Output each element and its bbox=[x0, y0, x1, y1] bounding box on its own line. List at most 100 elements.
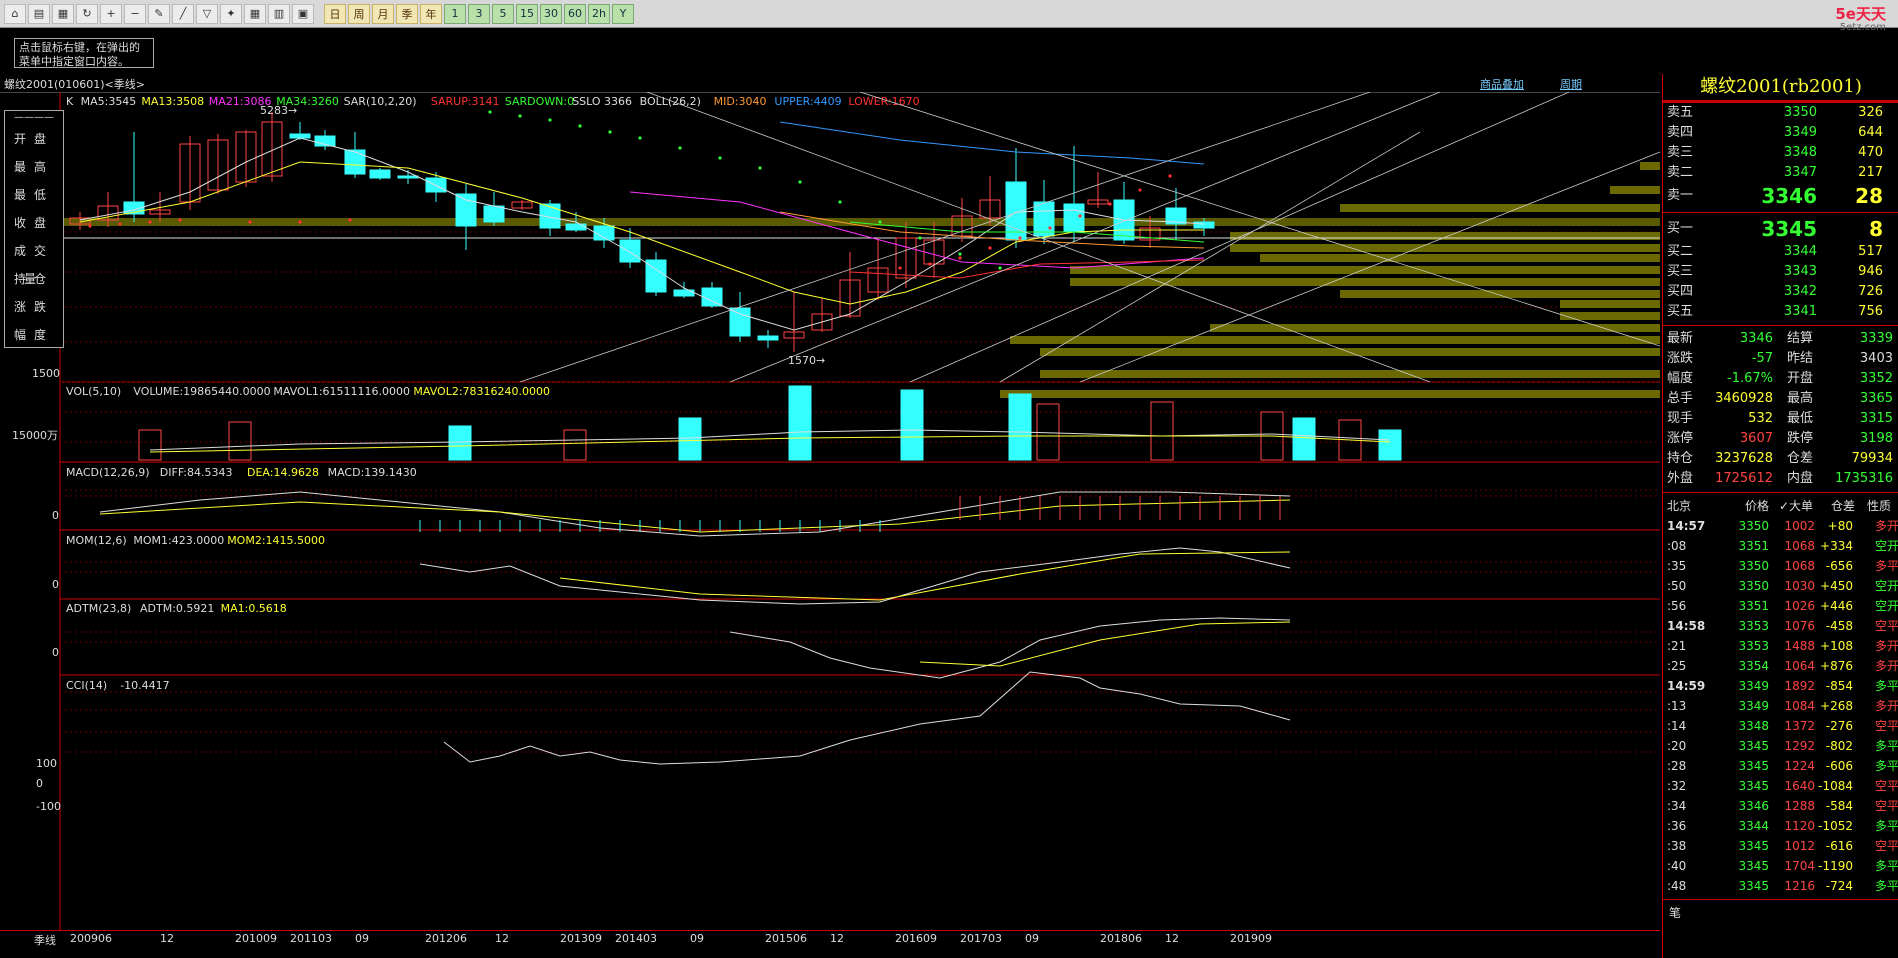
interval-button[interactable]: 3 bbox=[468, 3, 490, 24]
tools-icon[interactable]: ✦ bbox=[220, 3, 242, 24]
stat-row: 总手 3460928 最高 3365 bbox=[1663, 389, 1898, 409]
tick-price: 3345 bbox=[1738, 839, 1769, 853]
sar-dot bbox=[348, 218, 352, 222]
tick-nature: 空平 bbox=[1874, 839, 1898, 853]
tick-nature: 多平 bbox=[1874, 859, 1898, 873]
book-label: 买二 bbox=[1667, 244, 1694, 259]
legend-item: CCI(14) bbox=[66, 679, 107, 692]
interval-button[interactable]: 2h bbox=[588, 3, 610, 24]
tick-time: :25 bbox=[1667, 659, 1687, 673]
stat-value: 1725612 bbox=[1715, 471, 1773, 486]
period-link[interactable]: 周期 bbox=[1560, 76, 1582, 92]
data-menu-item[interactable]: 收盘 bbox=[5, 209, 63, 237]
volume-profile-bar bbox=[1610, 186, 1660, 194]
period-button[interactable]: 月 bbox=[372, 3, 394, 24]
legend-item: DEA:14.9628 bbox=[247, 466, 319, 479]
volume-profile-bar bbox=[1070, 278, 1660, 286]
data-menu-item[interactable]: 最高 bbox=[5, 153, 63, 181]
period-button[interactable]: 日 bbox=[324, 3, 346, 24]
legend-item: MOM1:423.0000 bbox=[133, 534, 224, 547]
tick-price: 3344 bbox=[1738, 819, 1769, 833]
bid-row: 买三 3343 946 bbox=[1663, 262, 1898, 282]
x-tick-label: 201309 bbox=[560, 932, 602, 945]
volume-bar bbox=[900, 389, 924, 461]
tick-oi-change: +108 bbox=[1820, 639, 1853, 653]
interval-button[interactable]: 30 bbox=[540, 3, 562, 24]
interval-button[interactable]: Y bbox=[612, 3, 634, 24]
period-button[interactable]: 周 bbox=[348, 3, 370, 24]
sar-dot bbox=[918, 236, 922, 240]
legend-item: MA13:3508 bbox=[141, 95, 204, 108]
legend-item: UPPER:4409 bbox=[774, 95, 841, 108]
tick-row: :21 3353 1488 +108 多开 bbox=[1663, 636, 1898, 656]
tick-volume: 1488 bbox=[1784, 639, 1815, 653]
data-menu-item[interactable]: 开盘 bbox=[5, 125, 63, 153]
tick-row: :32 3345 1640 -1084 空平 bbox=[1663, 776, 1898, 796]
card-icon[interactable]: ▦ bbox=[52, 3, 74, 24]
grid-icon[interactable]: ▦ bbox=[244, 3, 266, 24]
tick-volume: 1012 bbox=[1784, 839, 1815, 853]
tick-time: :21 bbox=[1667, 639, 1687, 653]
volume-profile-bar bbox=[1230, 232, 1660, 240]
interval-button[interactable]: 60 bbox=[564, 3, 586, 24]
tick-price: 3351 bbox=[1738, 539, 1769, 553]
interval-button[interactable]: 1 bbox=[444, 3, 466, 24]
sar-dot bbox=[118, 222, 122, 226]
tick-oi-change: +450 bbox=[1820, 579, 1853, 593]
bid-row: 买二 3344 517 bbox=[1663, 242, 1898, 262]
tick-nature: 多平 bbox=[1874, 819, 1898, 833]
x-tick-label: 201009 bbox=[235, 932, 277, 945]
tick-nature: 空平 bbox=[1874, 779, 1898, 793]
tick-oi-change: -802 bbox=[1825, 739, 1853, 753]
legend-item: MAVOL1:61511116.0000 bbox=[273, 385, 410, 398]
tick-time: :13 bbox=[1667, 699, 1687, 713]
tick-nature: 多平 bbox=[1874, 759, 1898, 773]
book-volume: 946 bbox=[1858, 264, 1883, 279]
stat-value: 3607 bbox=[1739, 431, 1773, 446]
filter-icon[interactable]: ▽ bbox=[196, 3, 218, 24]
stat-row: 现手 532 最低 3315 bbox=[1663, 409, 1898, 429]
y-tick-label: -100 bbox=[36, 800, 61, 813]
line-icon[interactable]: ╱ bbox=[172, 3, 194, 24]
tick-row: :14 3348 1372 -276 空平 bbox=[1663, 716, 1898, 736]
period-button[interactable]: 季 bbox=[396, 3, 418, 24]
tick-price: 3345 bbox=[1738, 739, 1769, 753]
sar-dot bbox=[928, 262, 932, 266]
tick-volume: 1068 bbox=[1784, 559, 1815, 573]
pen-icon[interactable]: ✎ bbox=[148, 3, 170, 24]
sar-dot bbox=[798, 180, 802, 184]
folder-icon[interactable]: ▤ bbox=[28, 3, 50, 24]
sar-dot bbox=[178, 218, 182, 222]
zoom-in-icon[interactable]: + bbox=[100, 3, 122, 24]
legend-item: VOLUME:19865440.0000 bbox=[133, 385, 270, 398]
refresh-icon[interactable]: ↻ bbox=[76, 3, 98, 24]
sar-dot bbox=[578, 124, 582, 128]
data-menu-item[interactable]: 最低 bbox=[5, 181, 63, 209]
interval-button[interactable]: 5 bbox=[492, 3, 514, 24]
data-menu-item[interactable]: 幅度 bbox=[5, 321, 63, 349]
tick-nature: 空开 bbox=[1874, 539, 1898, 553]
calendar-icon[interactable]: ▣ bbox=[292, 3, 314, 24]
tick-time: :40 bbox=[1667, 859, 1687, 873]
overlay-link[interactable]: 商品叠加 bbox=[1480, 76, 1524, 92]
tick-volume: 1216 bbox=[1784, 879, 1815, 893]
tick-time: :56 bbox=[1667, 599, 1687, 613]
sar-dot bbox=[1048, 226, 1052, 230]
home-icon[interactable]: ⌂ bbox=[4, 3, 26, 24]
period-button[interactable]: 年 bbox=[420, 3, 442, 24]
kline-chart[interactable]: K MA5:3545 MA13:3508 MA21:3086 MA34:3260 SAR(… bbox=[0, 92, 1660, 945]
tick-row: :38 3345 1012 -616 空平 bbox=[1663, 836, 1898, 856]
candle-body bbox=[483, 205, 505, 223]
zoom-out-icon[interactable]: − bbox=[124, 3, 146, 24]
data-menu-item[interactable]: 涨跌 bbox=[5, 293, 63, 321]
tick-oi-change: +80 bbox=[1827, 519, 1853, 533]
data-menu-item[interactable]: 持仓 bbox=[5, 265, 63, 293]
bars-icon[interactable]: ▥ bbox=[268, 3, 290, 24]
book-price: 3341 bbox=[1783, 304, 1817, 319]
x-tick-label: 201206 bbox=[425, 932, 467, 945]
stat-value: -57 bbox=[1751, 351, 1773, 366]
interval-button[interactable]: 15 bbox=[516, 3, 538, 24]
data-menu-item[interactable]: 成交量 bbox=[5, 237, 63, 286]
candle-body bbox=[1063, 203, 1085, 233]
tick-nature: 空平 bbox=[1874, 619, 1898, 633]
